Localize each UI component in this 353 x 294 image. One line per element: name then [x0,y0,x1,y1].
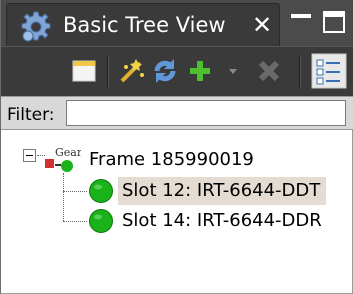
frame-icon-text: Gear [55,146,81,159]
new-window-icon[interactable] [69,55,101,87]
tree-root-label[interactable]: Frame 185990019 [89,149,254,170]
tree-connector [63,221,87,222]
maximize-icon[interactable] [322,4,348,38]
frame-icon: Gear [45,146,81,172]
minimize-icon[interactable] [289,4,315,38]
title-bar: Basic Tree View ✕ [1,0,353,46]
tab-title: Basic Tree View [63,13,226,37]
filter-input[interactable] [66,100,346,126]
collapse-toggle-icon[interactable] [23,149,36,162]
tree-connector [63,191,87,192]
chevron-down-icon[interactable] [225,55,241,87]
filter-label: Filter: [7,105,55,125]
tree-connector [63,173,64,221]
gear-icon [21,11,51,42]
toolbar-separator [299,55,301,87]
refresh-icon[interactable] [149,55,181,87]
toolbar [1,46,353,96]
basic-tree-view-panel: Basic Tree View ✕ Filter: Gear Frame 185… [0,0,353,294]
tree-item-slot-12[interactable]: Slot 12: IRT-6644-DDT [118,177,327,205]
toolbar-separator [107,55,109,87]
tree-view-icon[interactable] [311,53,347,89]
tree-view: Gear Frame 185990019 Slot 12: IRT-6644-D… [1,131,352,293]
tree-item-slot-14[interactable]: Slot 14: IRT-6644-DDR [118,207,328,235]
wand-icon[interactable] [116,55,148,87]
close-tab-icon[interactable]: ✕ [251,12,273,38]
plus-icon[interactable] [184,55,216,87]
status-ok-icon [89,179,113,203]
tab-basic-tree-view[interactable]: Basic Tree View ✕ [6,3,280,46]
filter-row: Filter: [1,96,353,130]
close-icon[interactable] [253,55,285,87]
status-ok-icon [89,209,113,233]
